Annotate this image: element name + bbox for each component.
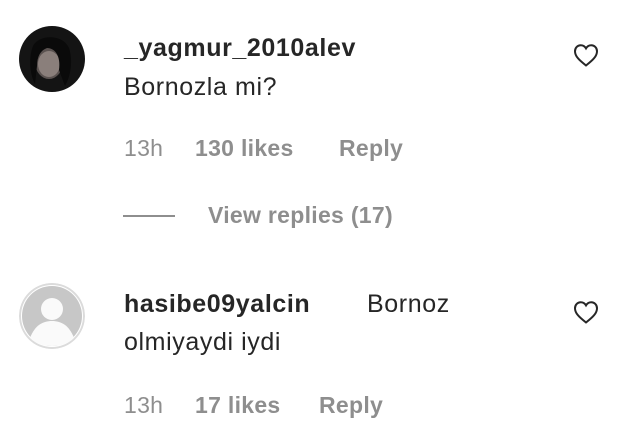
view-replies-button[interactable]: View replies (17) (208, 202, 393, 229)
profile-photo (19, 26, 85, 92)
comment-username[interactable]: hasibe09yalcin (124, 290, 310, 319)
comment-text: Bornozla mi? (124, 73, 278, 101)
comments-section: _yagmur_2010alev Bornozla mi? 13h 130 li… (0, 0, 635, 434)
comment-text-line-2: olmiyaydi iydi (124, 328, 282, 356)
avatar[interactable] (19, 283, 85, 349)
likes-count[interactable]: 130 likes (195, 135, 294, 162)
heart-outline-icon[interactable] (572, 42, 600, 68)
comment-timestamp: 13h (124, 135, 164, 161)
default-avatar-icon (19, 283, 85, 349)
reply-button[interactable]: Reply (339, 135, 403, 162)
reply-button[interactable]: Reply (319, 392, 383, 419)
likes-count[interactable]: 17 likes (195, 392, 281, 419)
comment-username[interactable]: _yagmur_2010alev (124, 34, 356, 63)
comment-timestamp: 13h (124, 392, 164, 418)
comment-text-line-1: Bornoz (367, 290, 450, 318)
replies-divider (123, 215, 175, 217)
avatar[interactable] (19, 26, 85, 92)
heart-outline-icon[interactable] (572, 299, 600, 325)
